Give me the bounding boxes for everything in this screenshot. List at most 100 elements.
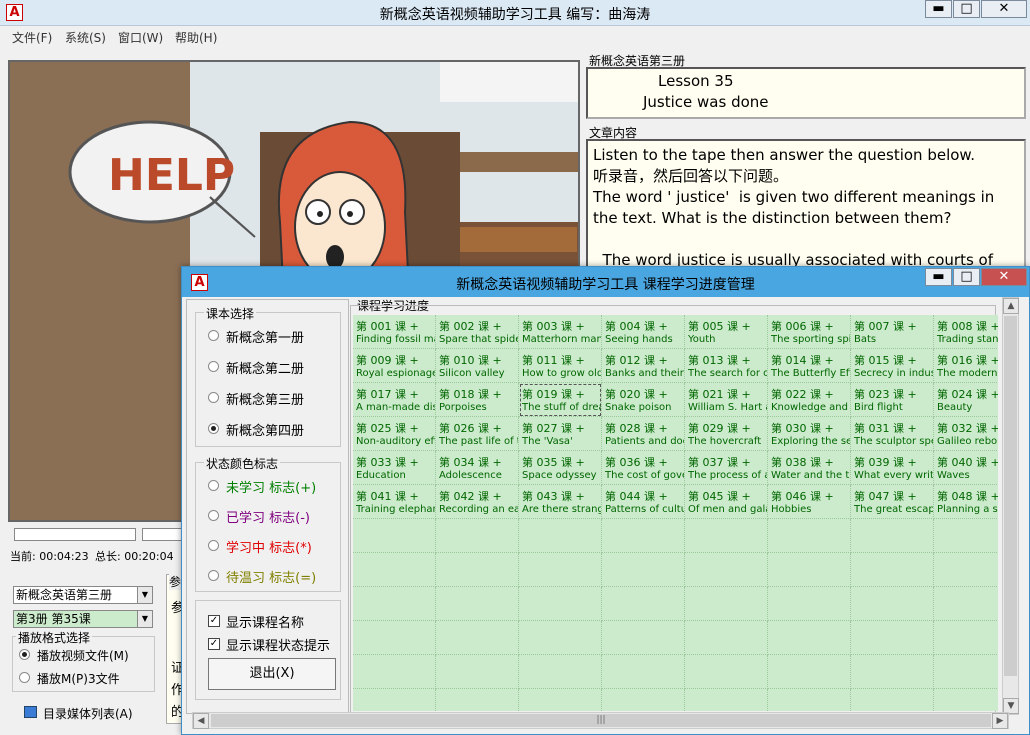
book4-label[interactable]: 新概念第四册 [226, 420, 304, 439]
play-mp3-label[interactable]: 播放M(P)3文件 [37, 670, 120, 687]
book1-label[interactable]: 新概念第一册 [226, 327, 304, 346]
lesson-cell[interactable]: 第 048 课 +Planning a share [934, 485, 998, 519]
lesson-cell[interactable]: 第 001 课 +Finding fossil man [353, 315, 436, 349]
lesson-name: Patterns of culture [605, 504, 684, 515]
lesson-cell[interactable]: 第 026 课 +The past life of the [436, 417, 519, 451]
status-review-label[interactable]: 待温习 标志(=) [226, 567, 316, 586]
status-review-radio[interactable] [208, 570, 219, 581]
lesson-cell[interactable]: 第 027 课 + The 'Vasa' [519, 417, 602, 451]
lesson-cell[interactable]: 第 004 课 + Seeing hands [602, 315, 685, 349]
dialog-minimize-button[interactable]: ▬ [925, 268, 952, 286]
lesson-cell[interactable]: 第 005 课 + Youth [685, 315, 768, 349]
lesson-cell[interactable]: 第 022 课 +Knowledge and progress [768, 383, 851, 417]
menu-file[interactable]: 文件(F) [12, 29, 52, 46]
article-panel[interactable]: Listen to the tape then answer the quest… [586, 139, 1026, 269]
empty-cell [602, 587, 685, 621]
scroll-right-icon[interactable]: ▶ [992, 713, 1008, 729]
volume-bar[interactable] [142, 528, 182, 541]
lesson-cell[interactable]: 第 044 课 +Patterns of culture [602, 485, 685, 519]
scroll-left-icon[interactable]: ◀ [193, 713, 209, 729]
maximize-button[interactable]: □ [953, 0, 980, 18]
menu-system[interactable]: 系统(S) [65, 29, 106, 46]
lesson-number: 第 036 课 + [605, 456, 668, 469]
lesson-cell[interactable]: 第 036 课 +The cost of government [602, 451, 685, 485]
lesson-cell[interactable]: 第 047 课 + The great escape [851, 485, 934, 519]
book2-label[interactable]: 新概念第二册 [226, 358, 304, 377]
lesson-cell[interactable]: 第 038 课 +Water and the traveller [768, 451, 851, 485]
lesson-cell[interactable]: 第 015 课 +Secrecy in industry [851, 349, 934, 383]
lesson-cell[interactable]: 第 020 课 + Snake poison [602, 383, 685, 417]
lesson-cell[interactable]: 第 008 课 +Trading standards [934, 315, 998, 349]
menu-help[interactable]: 帮助(H) [175, 29, 217, 46]
play-video-radio[interactable] [19, 649, 30, 660]
lesson-cell[interactable]: 第 043 课 +Are there strangers [519, 485, 602, 519]
book3-label[interactable]: 新概念第三册 [226, 389, 304, 408]
lesson-cell[interactable]: 第 019 课 +The stuff of dreams [519, 383, 602, 417]
lesson-cell[interactable]: 第 034 课 + Adolescence [436, 451, 519, 485]
close-button[interactable]: ✕ [981, 0, 1027, 18]
lesson-cell[interactable]: 第 041 课 +Training elephants [353, 485, 436, 519]
horizontal-scrollbar[interactable]: ◀ ||| ▶ [192, 712, 1009, 729]
play-mp3-radio[interactable] [19, 672, 30, 683]
vertical-scroll-thumb[interactable] [1004, 316, 1017, 676]
minimize-button[interactable]: ▬ [925, 0, 952, 18]
status-learned-radio[interactable] [208, 510, 219, 521]
lesson-cell[interactable]: 第 030 课 + Exploring the sea [768, 417, 851, 451]
lesson-cell[interactable]: 第 009 课 + Royal espionage [353, 349, 436, 383]
show-status-checkbox[interactable]: ✓ [208, 638, 220, 650]
book3-radio[interactable] [208, 392, 219, 403]
lesson-cell[interactable]: 第 029 课 + The hovercraft [685, 417, 768, 451]
status-learned-label[interactable]: 已学习 标志(-) [226, 507, 310, 526]
play-video-label[interactable]: 播放视频文件(M) [37, 647, 129, 664]
lesson-cell[interactable]: 第 006 课 +The sporting spirit [768, 315, 851, 349]
lesson-cell[interactable]: 第 013 课 + The search for oil [685, 349, 768, 383]
lesson-cell[interactable]: 第 016 课 +The modern city [934, 349, 998, 383]
lesson-cell[interactable]: 第 042 课 +Recording an earthquake [436, 485, 519, 519]
dialog-close-button[interactable]: ✕ [981, 268, 1027, 286]
show-status-label[interactable]: 显示课程状态提示 [226, 635, 330, 654]
lesson-cell[interactable]: 第 031 课 +The sculptor speaks [851, 417, 934, 451]
lesson-cell[interactable]: 第 003 课 + Matterhorn man [519, 315, 602, 349]
status-learning-label[interactable]: 学习中 标志(*) [226, 537, 312, 556]
exit-button[interactable]: 退出(X) [208, 658, 336, 690]
show-name-label[interactable]: 显示课程名称 [226, 612, 304, 631]
lesson-cell[interactable]: 第 024 课 + Beauty [934, 383, 998, 417]
seek-bar[interactable] [14, 528, 136, 541]
lesson-cell[interactable]: 第 039 课 +What every writer wants [851, 451, 934, 485]
dialog-maximize-button[interactable]: □ [953, 268, 980, 286]
status-unlearned-radio[interactable] [208, 480, 219, 491]
book2-radio[interactable] [208, 361, 219, 372]
book-select[interactable]: 新概念英语第三册 ▼ [13, 586, 153, 604]
show-name-checkbox[interactable]: ✓ [208, 615, 220, 627]
lesson-cell[interactable]: 第 011 课 + How to grow old [519, 349, 602, 383]
lesson-cell[interactable]: 第 040 课 + Waves [934, 451, 998, 485]
lesson-cell[interactable]: 第 018 课 + Porpoises [436, 383, 519, 417]
lesson-cell[interactable]: 第 037 课 +The process of ageing [685, 451, 768, 485]
lesson-cell[interactable]: 第 046 课 + Hobbies [768, 485, 851, 519]
lesson-cell[interactable]: 第 033 课 + Education [353, 451, 436, 485]
menu-window[interactable]: 窗口(W) [118, 29, 163, 46]
status-unlearned-label[interactable]: 未学习 标志(+) [226, 477, 316, 496]
lesson-cell[interactable]: 第 014 课 +The Butterfly Effect [768, 349, 851, 383]
lesson-cell[interactable]: 第 035 课 + Space odyssey [519, 451, 602, 485]
lesson-cell[interactable]: 第 007 课 + Bats [851, 315, 934, 349]
media-list-button[interactable]: 目录媒体列表(A) [43, 705, 133, 722]
lesson-cell[interactable]: 第 017 课 +A man-made disease [353, 383, 436, 417]
lesson-select[interactable]: 第3册 第35课 ▼ [13, 610, 153, 628]
status-learning-radio[interactable] [208, 540, 219, 551]
book4-radio[interactable] [208, 423, 219, 434]
lesson-grid[interactable]: 第 001 课 +Finding fossil man第 002 课 +Spar… [353, 315, 998, 711]
lesson-cell[interactable]: 第 028 课 +Patients and doctors [602, 417, 685, 451]
lesson-cell[interactable]: 第 012 课 +Banks and their customers [602, 349, 685, 383]
lesson-cell[interactable]: 第 002 课 + Spare that spider [436, 315, 519, 349]
lesson-cell[interactable]: 第 025 课 +Non-auditory effects [353, 417, 436, 451]
book1-radio[interactable] [208, 330, 219, 341]
lesson-cell[interactable]: 第 045 课 +Of men and galaxies [685, 485, 768, 519]
lesson-cell[interactable]: 第 010 课 + Silicon valley [436, 349, 519, 383]
lesson-cell[interactable]: 第 021 课 +William S. Hart and [685, 383, 768, 417]
vertical-scrollbar[interactable]: ▲ ▼ [1002, 297, 1019, 715]
lesson-cell[interactable]: 第 032 课 +Galileo reborn [934, 417, 998, 451]
scroll-up-icon[interactable]: ▲ [1003, 298, 1019, 314]
lesson-cell[interactable]: 第 023 课 + Bird flight [851, 383, 934, 417]
horizontal-scroll-thumb[interactable]: ||| [211, 714, 991, 727]
